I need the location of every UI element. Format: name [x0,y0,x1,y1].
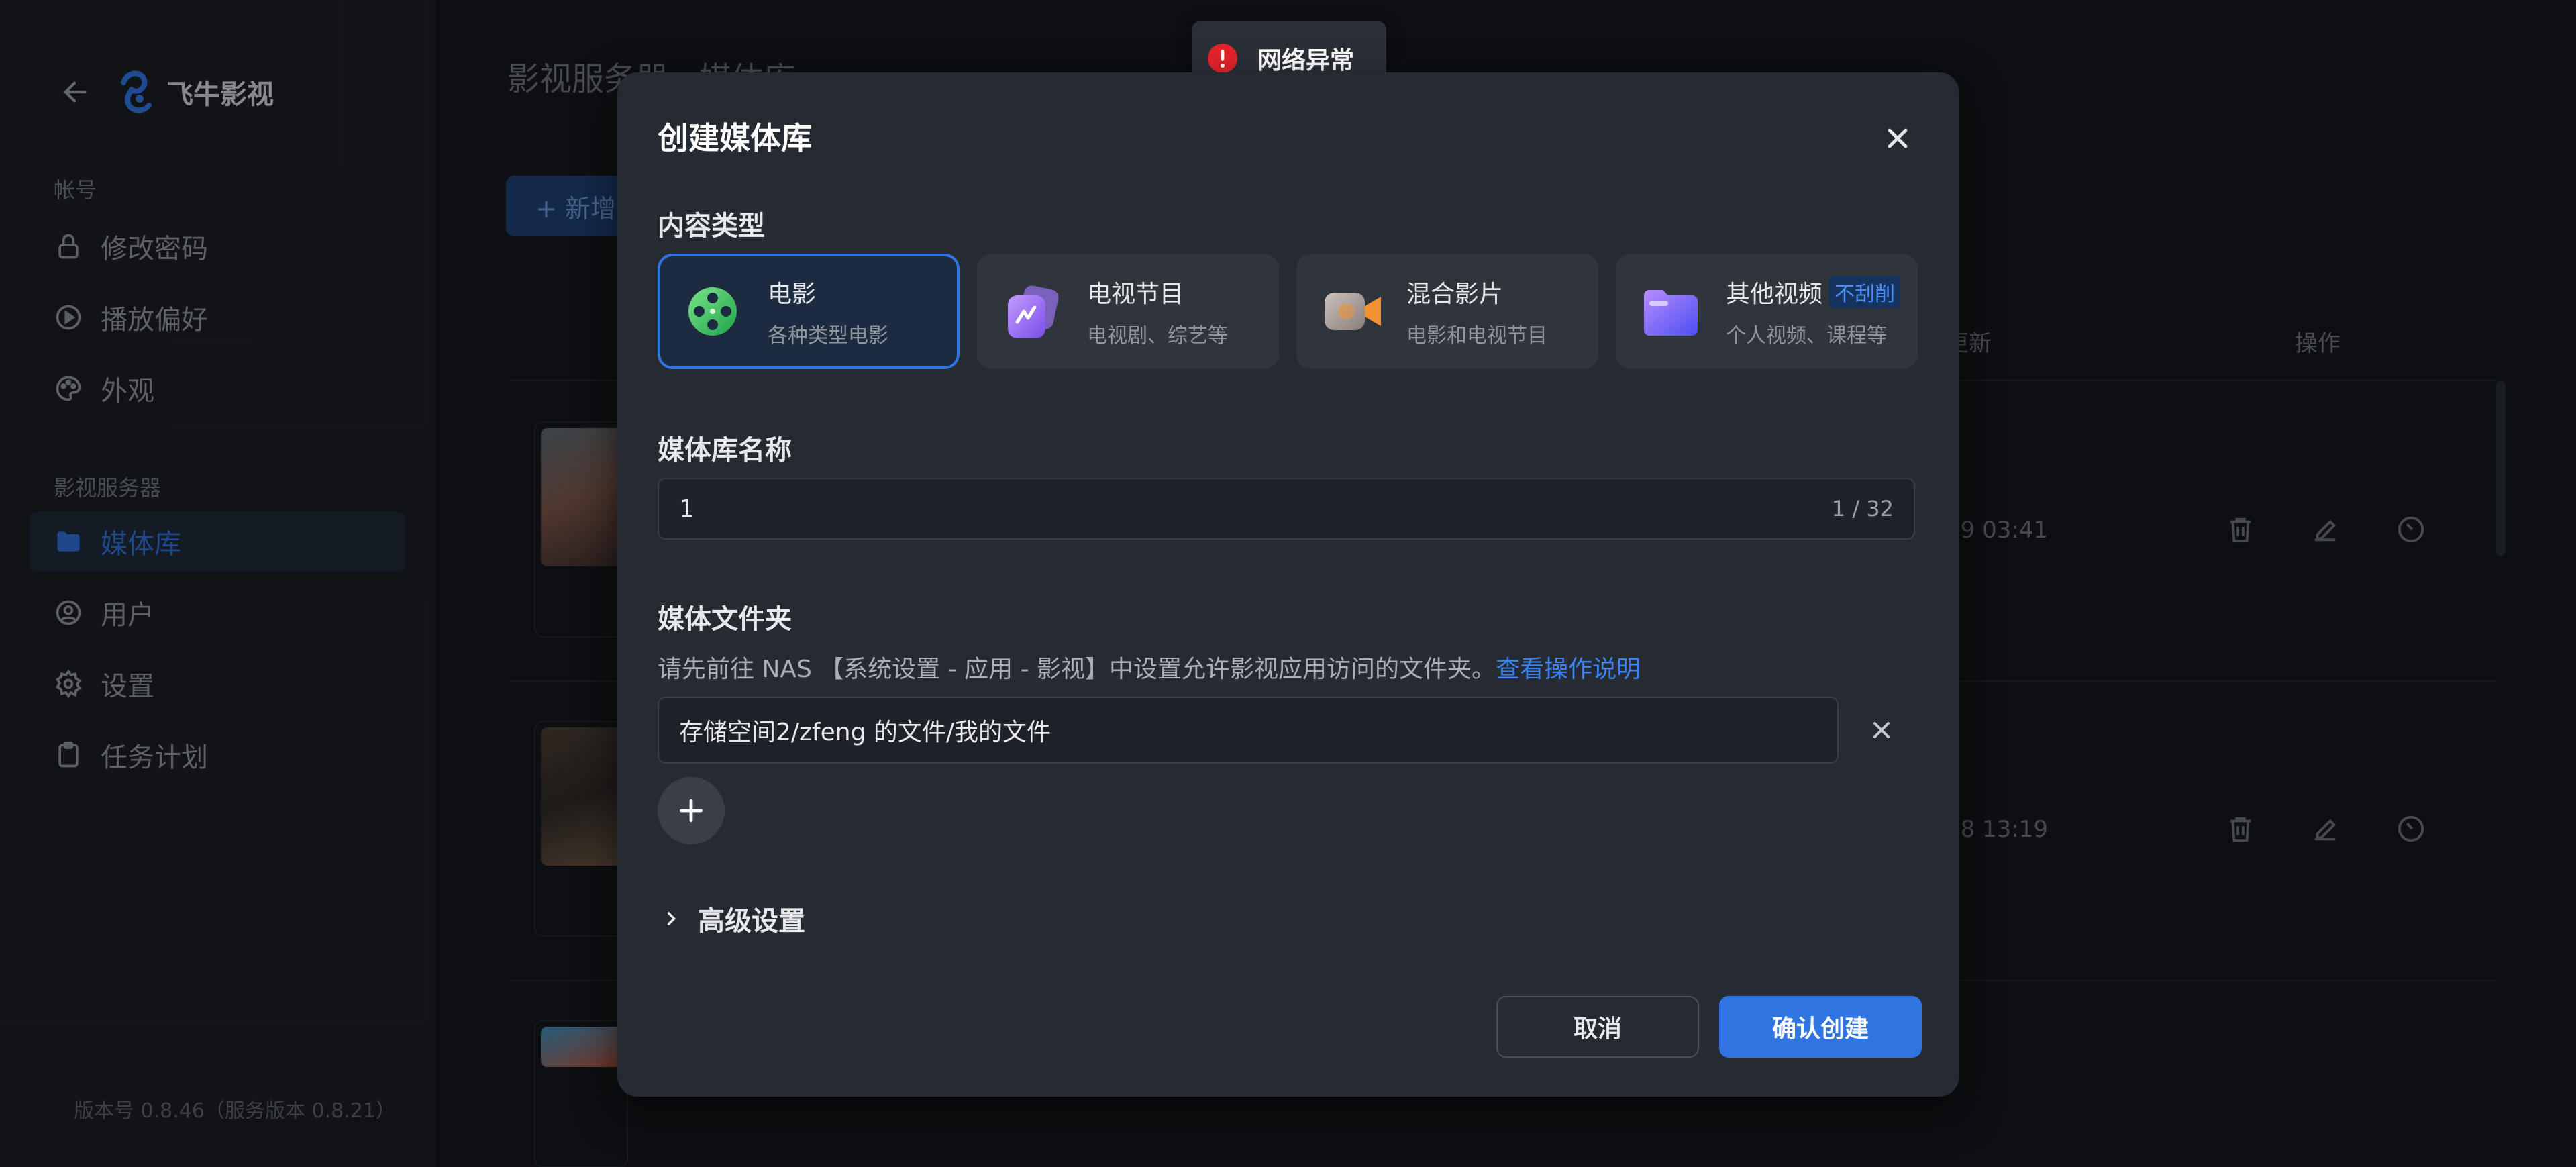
create-library-dialog: 创建媒体库 内容类型 电影 各种类型电影 电视节目 电视剧、综艺等 混合影片 电… [617,72,1959,1097]
type-card-mixed[interactable]: 混合影片 电影和电视节目 [1296,254,1598,369]
type-desc: 各种类型电影 [768,324,888,348]
advanced-settings-label: 高级设置 [698,906,805,937]
tv-icon [1008,285,1059,338]
error-icon [1208,44,1237,73]
type-card-other[interactable]: 其他视频 不刮削 个人视频、课程等 [1616,254,1918,369]
remove-folder-icon[interactable] [1868,717,1895,744]
folder-video-icon [1644,290,1698,336]
confirm-create-button[interactable]: 确认创建 [1719,996,1922,1058]
dialog-title: 创建媒体库 [658,120,812,156]
video-camera-icon [1325,293,1381,330]
folder-help-message: 请先前往 NAS 【系统设置 - 应用 - 影视】中设置允许影视应用访问的文件夹… [658,656,1496,683]
help-link[interactable]: 查看操作说明 [1496,656,1641,683]
type-desc: 电视剧、综艺等 [1087,324,1228,348]
plus-icon [679,799,703,823]
content-type-label: 内容类型 [658,211,765,242]
folder-help-text: 请先前往 NAS 【系统设置 - 应用 - 影视】中设置允许影视应用访问的文件夹… [658,650,1641,684]
movie-reel-icon [688,287,737,336]
library-name-input[interactable]: 1 1 / 32 [658,478,1915,540]
type-desc: 电影和电视节目 [1406,324,1547,348]
chevron-right-icon [667,912,676,925]
type-name: 混合影片 [1406,281,1504,308]
folder-path-value: 存储空间2/zfeng 的文件/我的文件 [679,719,1051,746]
type-name: 电影 [768,281,817,308]
type-name: 电视节目 [1087,281,1184,308]
char-counter: 1 / 32 [1831,496,1894,521]
cancel-button[interactable]: 取消 [1496,996,1699,1058]
close-icon[interactable] [1882,122,1914,154]
type-name: 其他视频 [1726,281,1823,308]
no-scrape-tag: 不刮削 [1829,276,1901,308]
library-name-value: 1 [679,495,694,523]
advanced-settings-toggle[interactable]: 高级设置 [662,899,805,938]
add-folder-button[interactable] [658,777,725,844]
type-card-movie[interactable]: 电影 各种类型电影 [658,254,960,369]
library-name-label: 媒体库名称 [658,435,792,466]
type-desc: 个人视频、课程等 [1726,324,1887,348]
type-card-tv[interactable]: 电视节目 电视剧、综艺等 [977,254,1279,369]
toast-text: 网络异常 [1257,47,1355,74]
media-folder-label: 媒体文件夹 [658,604,792,635]
folder-path-field[interactable]: 存储空间2/zfeng 的文件/我的文件 [658,697,1839,764]
